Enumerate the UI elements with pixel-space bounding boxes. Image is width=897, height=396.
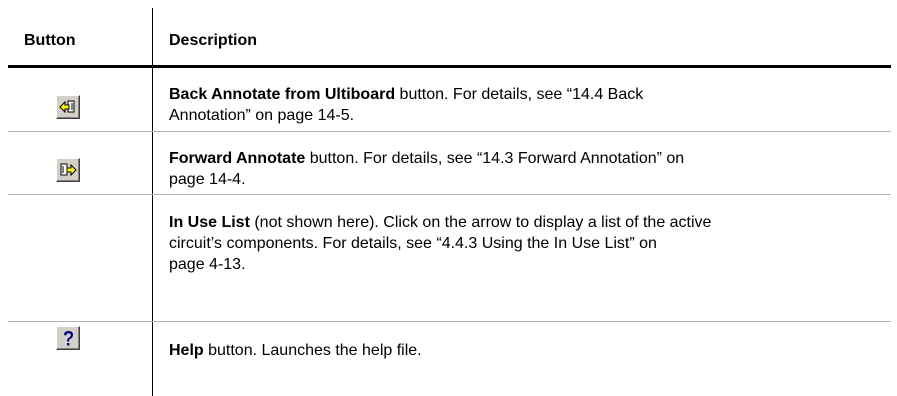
header-description: Description <box>169 32 258 49</box>
help-toolbar-button <box>56 326 80 350</box>
forward-annotate-toolbar-button <box>56 158 80 182</box>
row-description: Back Annotate from Ultiboard button. For… <box>169 86 644 124</box>
row-description: In Use List (not shown here). Click on t… <box>169 214 712 273</box>
row-description: Forward Annotate button. For details, se… <box>169 150 685 188</box>
row-description: Help button. Launches the help file. <box>169 342 422 359</box>
row-separator <box>8 321 891 322</box>
forward-annotate-icon <box>60 163 77 177</box>
row-separator <box>8 194 891 195</box>
back-annotate-icon <box>59 100 75 114</box>
header-rule <box>8 65 891 68</box>
help-icon <box>64 331 73 346</box>
back-annotate-toolbar-button <box>56 95 80 119</box>
header-button: Button <box>24 32 76 49</box>
row-separator <box>8 131 891 132</box>
